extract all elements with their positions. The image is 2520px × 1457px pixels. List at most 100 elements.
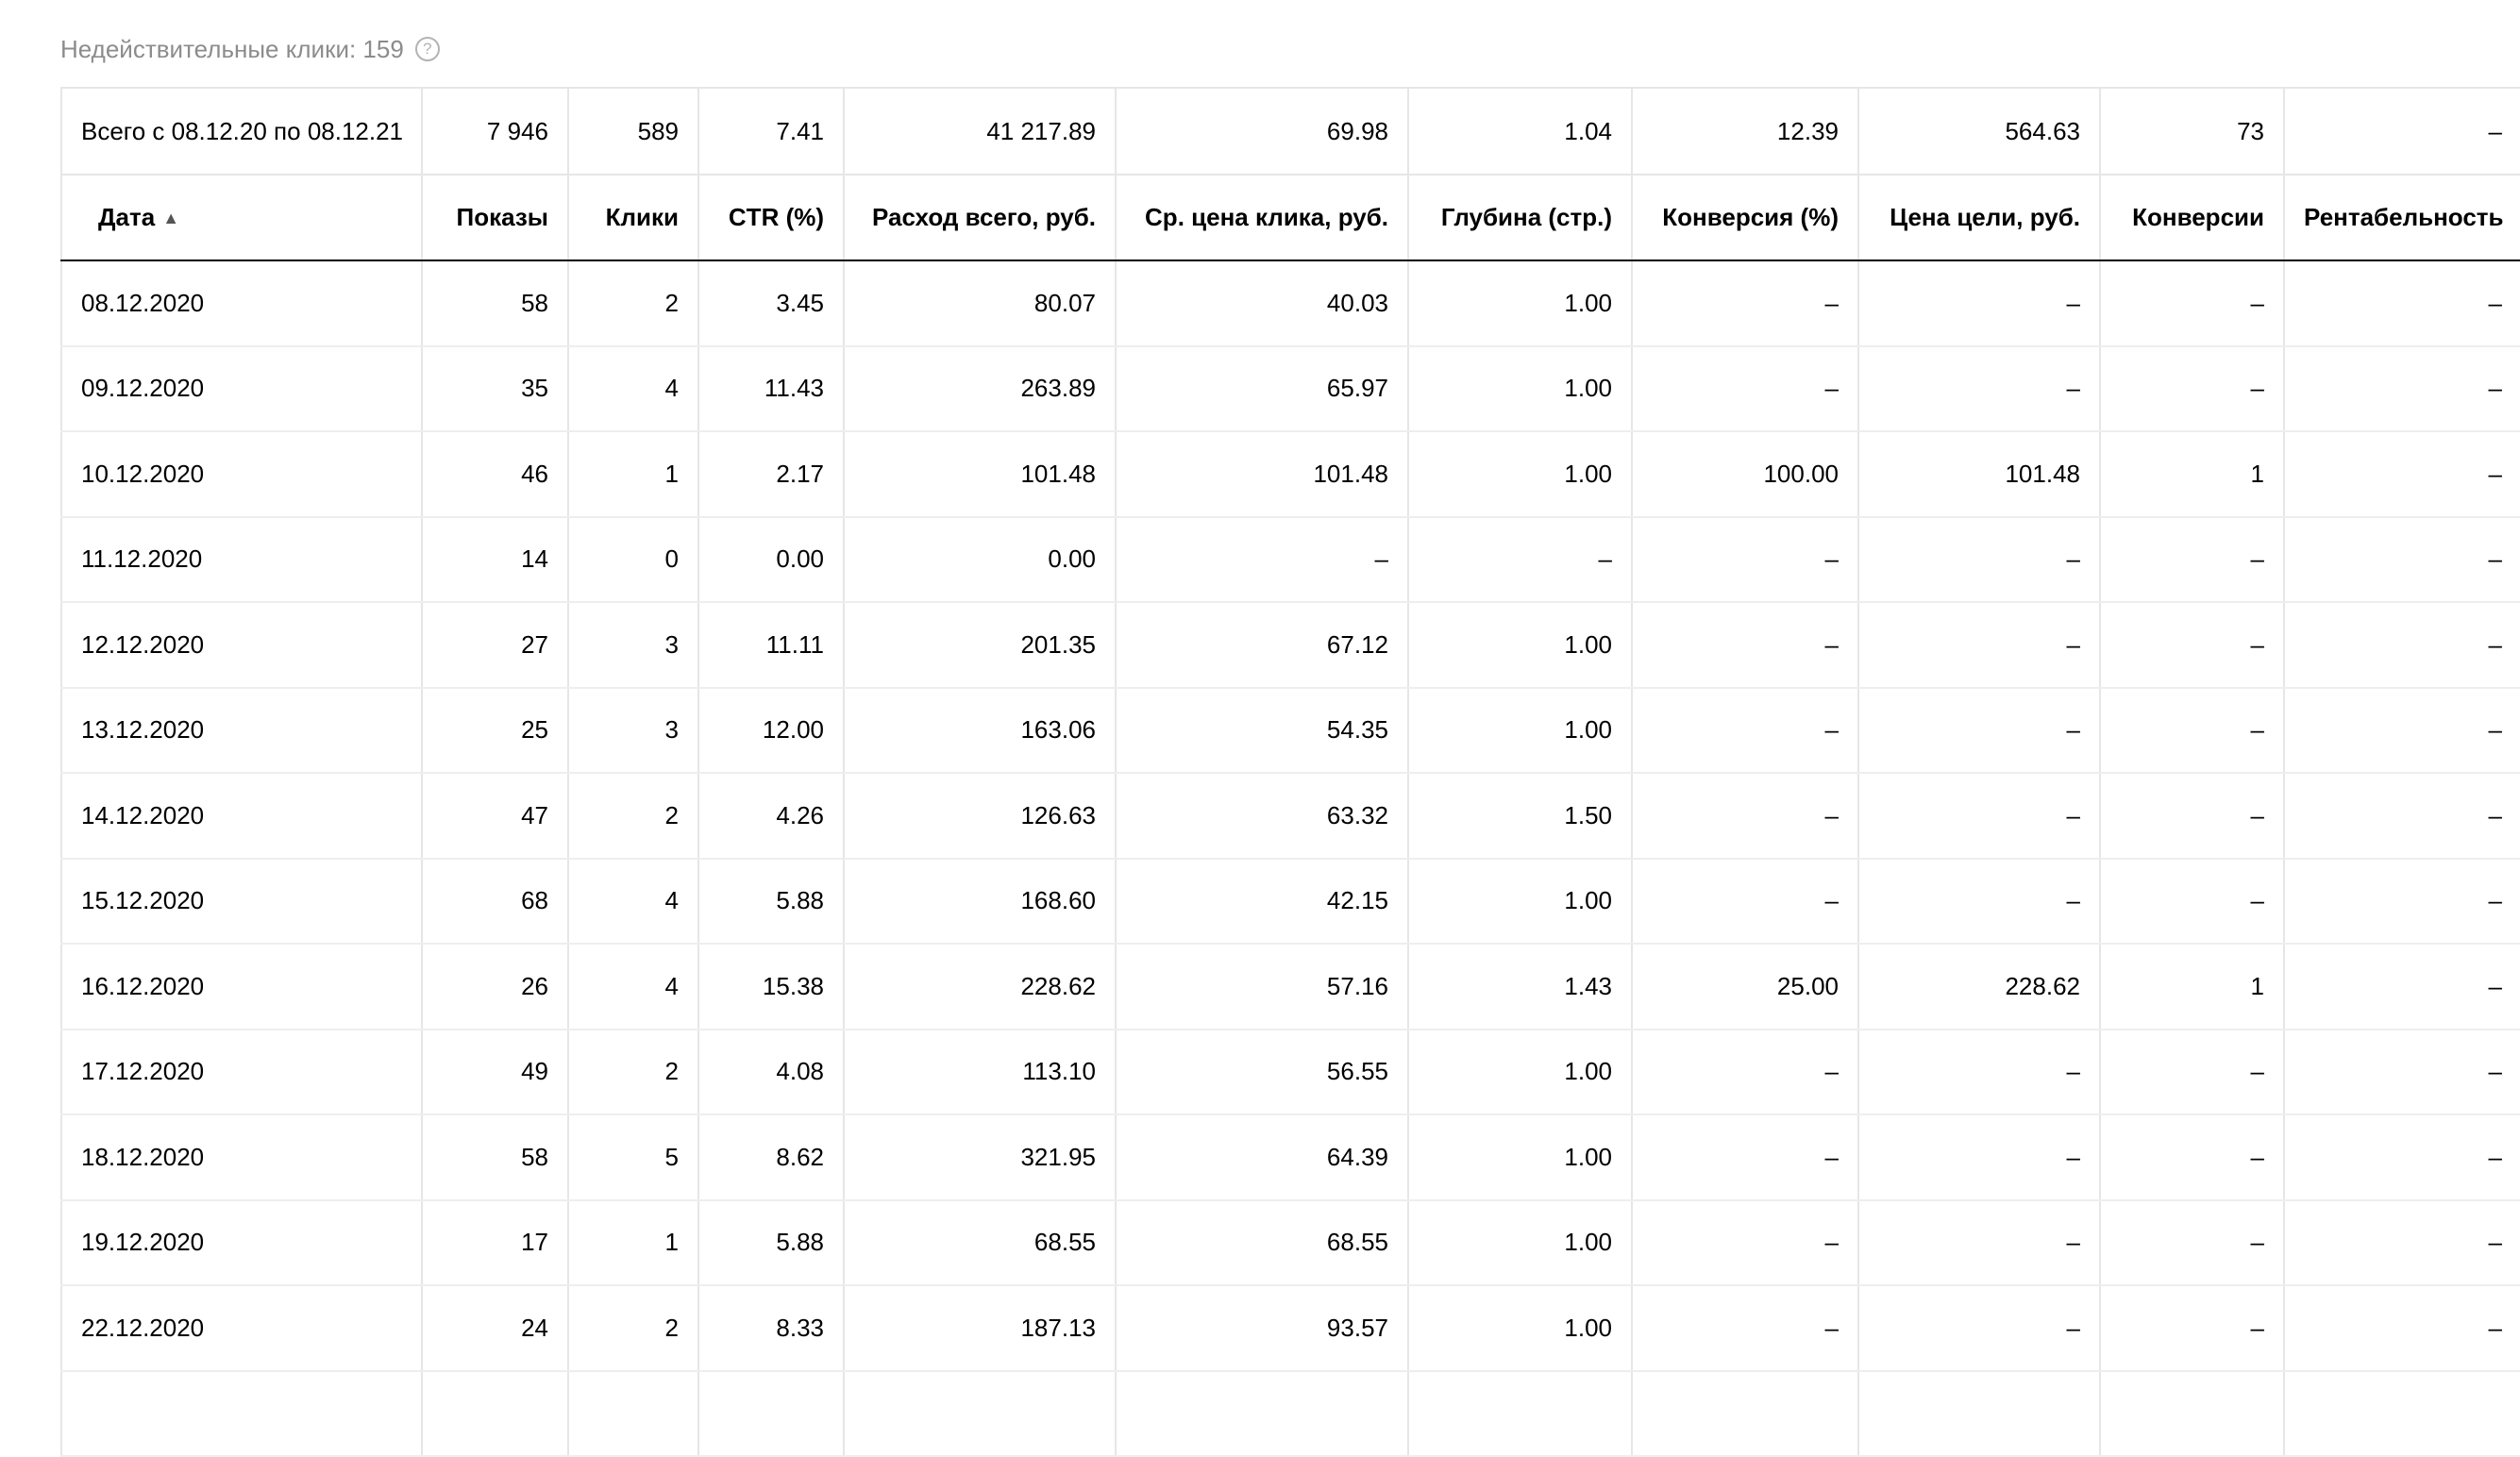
table-row: 19.12.2020 17 1 5.88 68.55 68.55 1.00– – – –	[60, 1199, 2520, 1286]
cell-ctr: 3.45	[697, 260, 844, 347]
cell-ctr: 12.00	[697, 687, 844, 774]
column-header-date-label: Дата	[98, 203, 156, 231]
cell-avg-cpc: 64.39	[1115, 1114, 1408, 1201]
cell-conversions: 1	[2099, 431, 2284, 518]
cell-ctr: 5.88	[697, 1199, 844, 1286]
cell-clicks: 2	[567, 1029, 698, 1115]
cell-ctr: 5.88	[697, 858, 844, 945]
cell-goal-price: 228.62	[1857, 944, 2100, 1030]
cell-depth: 1.00	[1407, 260, 1632, 347]
cell-profitability: –	[2283, 773, 2520, 860]
cell-ctr: 15.38	[697, 944, 844, 1030]
column-header-date[interactable]: Дата ▲	[60, 175, 422, 261]
cell-profitability: –	[2283, 345, 2520, 432]
table-header-row: Дата ▲ Показы Клики CTR (%) Расход всего,…	[60, 175, 2520, 261]
cell-ctr: 2.17	[697, 431, 844, 518]
cell-profitability	[2283, 1370, 2520, 1457]
column-header-conversions[interactable]: Конверсии	[2099, 175, 2284, 261]
cell-profitability: –	[2283, 944, 2520, 1030]
cell-spend: 187.13	[843, 1285, 1116, 1372]
cell-impressions: 46	[421, 431, 568, 518]
cell-spend: 228.62	[843, 944, 1116, 1030]
cell-depth: 1.00	[1407, 858, 1632, 945]
column-header-ctr[interactable]: CTR (%)	[697, 175, 844, 261]
cell-conversions: –	[2099, 1199, 2284, 1286]
cell-impressions: 58	[421, 260, 568, 347]
cell-avg-cpc: 65.97	[1115, 345, 1408, 432]
table-body: Всего с 08.12.20 по 08.12.21 7 946 589 7…	[60, 87, 2520, 1457]
cell-goal-price: 101.48	[1857, 431, 2100, 518]
totals-goal-price: 564.63	[1857, 87, 2100, 176]
cell-spend: 80.07	[843, 260, 1116, 347]
cell-conversions: –	[2099, 1029, 2284, 1115]
totals-label: Всего с 08.12.20 по 08.12.21	[60, 87, 422, 176]
question-circle-icon[interactable]: ?	[414, 37, 440, 61]
cell-avg-cpc: 63.32	[1115, 773, 1408, 860]
cell-spend: 201.35	[843, 602, 1116, 689]
cell-clicks: 2	[567, 260, 698, 347]
cell-date: 09.12.2020	[60, 345, 422, 432]
cell-conversion-rate: –	[1631, 1285, 1858, 1372]
table-row: 13.12.2020 25 3 12.00 163.06 54.35 1.00– – – –	[60, 687, 2520, 774]
cell-conversion-rate: 100.00	[1631, 431, 1858, 518]
cell-clicks: 1	[567, 431, 698, 518]
table-row: 22.12.2020 24 2 8.33 187.13 93.57 1.00– – – –	[60, 1285, 2520, 1372]
table-row: 11.12.2020 14 0 0.00 0.00– – – – – –	[60, 516, 2520, 603]
cell-ctr: 11.11	[697, 602, 844, 689]
cell-conversions: –	[2099, 602, 2284, 689]
cell-date: 10.12.2020	[60, 431, 422, 518]
cell-depth: 1.00	[1407, 1029, 1632, 1115]
cell-clicks: 4	[567, 944, 698, 1030]
cell-date: 18.12.2020	[60, 1114, 422, 1201]
cell-avg-cpc	[1115, 1370, 1408, 1457]
cell-impressions: 25	[421, 687, 568, 774]
table-row: 14.12.2020 47 2 4.26 126.63 63.32 1.50– – – –	[60, 773, 2520, 860]
column-header-conversion-rate[interactable]: Конверсия (%)	[1631, 175, 1858, 261]
cell-goal-price: –	[1857, 345, 2100, 432]
cell-ctr: 11.43	[697, 345, 844, 432]
cell-goal-price	[1857, 1370, 2100, 1457]
cell-date	[60, 1370, 422, 1457]
cell-conversion-rate: –	[1631, 687, 1858, 774]
column-header-avg-cpc[interactable]: Ср. цена клика, руб.	[1115, 175, 1408, 261]
cell-avg-cpc: –	[1115, 516, 1408, 603]
cell-clicks: 1	[567, 1199, 698, 1286]
table-row: 16.12.2020 26 4 15.38 228.62 57.16 1.43 25.00 22…	[60, 944, 2520, 1030]
cell-goal-price: –	[1857, 260, 2100, 347]
table-row: 12.12.2020 27 3 11.11 201.35 67.12 1.00– – – –	[60, 602, 2520, 689]
table-row: 15.12.2020 68 4 5.88 168.60 42.15 1.00– – – –	[60, 858, 2520, 945]
cell-profitability: –	[2283, 1114, 2520, 1201]
cell-spend: 163.06	[843, 687, 1116, 774]
cell-profitability: –	[2283, 260, 2520, 347]
cell-conversions: –	[2099, 687, 2284, 774]
cell-conversion-rate: –	[1631, 260, 1858, 347]
column-header-impressions[interactable]: Показы	[421, 175, 568, 261]
cell-depth: 1.00	[1407, 602, 1632, 689]
cell-conversion-rate: 25.00	[1631, 944, 1858, 1030]
cell-conversion-rate: –	[1631, 773, 1858, 860]
column-header-goal-price[interactable]: Цена цели, руб.	[1857, 175, 2100, 261]
cell-goal-price: –	[1857, 773, 2100, 860]
cell-impressions: 26	[421, 944, 568, 1030]
column-header-spend[interactable]: Расход всего, руб.	[843, 175, 1116, 261]
cell-clicks: 0	[567, 516, 698, 603]
invalid-clicks-label: Недействительные клики: 159	[60, 34, 404, 63]
cell-impressions: 24	[421, 1285, 568, 1372]
cell-spend: 321.95	[843, 1114, 1116, 1201]
table-row: 18.12.2020 58 5 8.62 321.95 64.39 1.00– – – –	[60, 1114, 2520, 1201]
cell-profitability: –	[2283, 1199, 2520, 1286]
cell-conversions: –	[2099, 1114, 2284, 1201]
cell-impressions: 27	[421, 602, 568, 689]
cell-conversion-rate: –	[1631, 516, 1858, 603]
column-header-profitability[interactable]: Рентабельность	[2283, 175, 2520, 261]
column-header-clicks[interactable]: Клики	[567, 175, 698, 261]
cell-clicks: 4	[567, 858, 698, 945]
cell-spend: 168.60	[843, 858, 1116, 945]
column-header-depth[interactable]: Глубина (стр.)	[1407, 175, 1632, 261]
totals-impressions: 7 946	[421, 87, 568, 176]
table-row: 08.12.2020 58 2 3.45 80.07 40.03 1.00– – – –	[60, 260, 2520, 347]
cell-goal-price: –	[1857, 1199, 2100, 1286]
cell-conversions: –	[2099, 345, 2284, 432]
totals-avg-cpc: 69.98	[1115, 87, 1408, 176]
cell-avg-cpc: 68.55	[1115, 1199, 1408, 1286]
